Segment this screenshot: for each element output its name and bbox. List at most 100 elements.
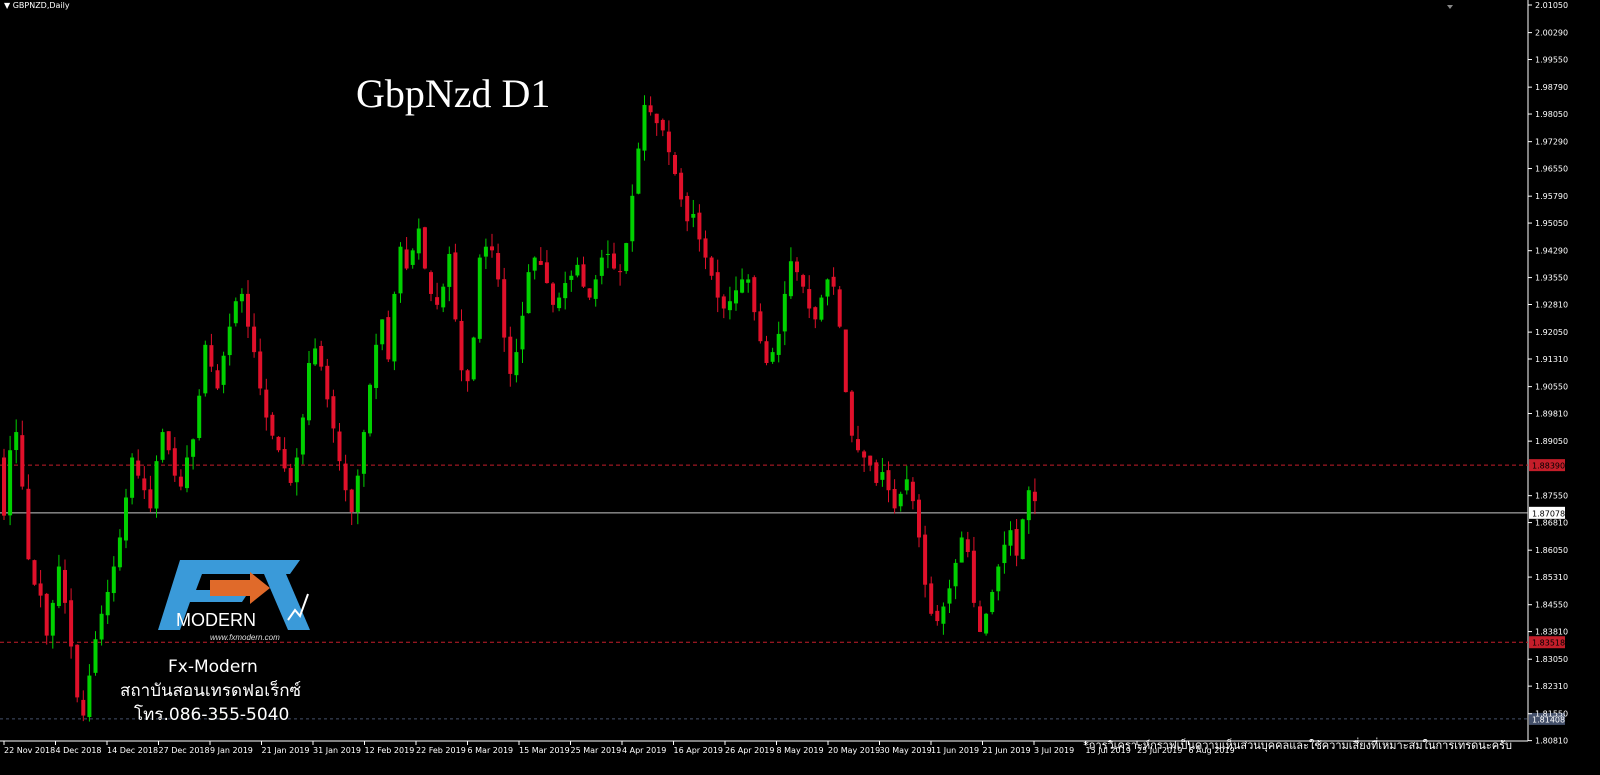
price-tick-label: 1.80810 [1535,737,1568,746]
candle-body [416,228,421,254]
candle-body [87,675,92,718]
candle [697,204,702,252]
candle-body [691,213,696,218]
candle-body [422,227,427,269]
candle-body [514,352,519,376]
candle [868,455,873,472]
candle-body [380,319,385,345]
candle [99,605,104,646]
candle [154,455,159,518]
candle-body [148,489,153,509]
candle [1032,478,1037,515]
candle-body [837,289,842,327]
candle [227,313,232,366]
candle-body [636,148,641,194]
candle-body [404,249,409,269]
price-tick-label: 1.99550 [1535,56,1568,65]
candle [349,488,354,526]
candle [209,333,214,372]
time-tick-label: 14 Dec 2018 [107,746,158,755]
candle-body [538,260,543,265]
brand-phone: โทร.086-355-5040 [134,705,290,725]
candle [636,142,641,195]
candle [660,118,665,137]
candle [892,479,897,514]
candle-body [63,569,67,603]
candle-body [38,583,43,596]
candle-body [2,457,6,516]
price-tick-label: 1.81550 [1535,710,1568,719]
candle-body [307,363,311,421]
time-tick-label: 6 Mar 2019 [468,746,514,755]
candle-body [337,431,342,462]
candle [319,340,324,371]
candle-body [612,253,616,269]
candle [239,288,244,313]
time-tick-label: 3 Jul 2019 [1034,746,1074,755]
candle-body [160,432,165,460]
candle [758,303,763,344]
brand-line-school: สถาบันสอนเทรดฟอเร็กซ์ [120,681,302,701]
candle-body [819,297,824,320]
candle [538,247,543,266]
candle [233,297,238,327]
candle [282,437,287,472]
candle [307,351,311,426]
candle-body [935,610,940,622]
chart-title: GbpNzd D1 [356,71,551,116]
candle-body [154,461,159,509]
candle-body [807,289,812,309]
candle-body [105,591,110,616]
candle-body [856,439,860,451]
candle-body [111,566,116,594]
candle [490,233,494,258]
candle [874,459,879,486]
candle [990,589,995,615]
candle [849,389,854,443]
candle-body [264,389,269,418]
candle-body [1002,544,1007,564]
price-tick-label: 1.82310 [1535,682,1568,691]
price-tick-label: 1.86810 [1535,519,1568,528]
candle [843,329,848,393]
candle [587,288,592,301]
candle-body [246,293,250,327]
candle [1026,486,1031,534]
time-tick-label: 20 May 2019 [828,746,880,755]
candle-body [319,345,324,367]
candle [886,461,891,503]
candle [75,644,80,703]
candle [185,445,189,493]
candle-body [282,449,287,469]
candle [32,559,37,586]
candle-body [886,470,891,491]
candle [978,600,982,633]
candle [508,326,513,387]
candle [246,280,250,338]
candle [904,465,909,495]
candle-body [398,246,403,294]
price-tick-label: 1.83810 [1535,628,1568,637]
candle [551,281,555,313]
candle-body [14,432,19,451]
time-tick-label: 22 Nov 2018 [4,746,55,755]
candle-body [471,337,476,380]
symbol-header[interactable]: ▼ GBPNZD,Daily [4,1,70,10]
candle [380,319,385,351]
candle-body [20,435,25,487]
candle [532,256,537,280]
candle [654,113,659,136]
candle-body [563,283,568,299]
candle-body [624,243,629,272]
candle-body [1032,491,1037,502]
current-price-label: 1.87078 [1532,509,1565,518]
price-tick-label: 1.86050 [1535,546,1568,555]
time-tick-label: 26 Apr 2019 [725,746,774,755]
candle-body [465,370,470,382]
candle-body [605,253,610,255]
candle [563,271,568,310]
candle-body [343,463,348,491]
candle-body [715,272,720,298]
time-tick-label: 4 Apr 2019 [622,746,666,755]
candle [435,282,440,310]
